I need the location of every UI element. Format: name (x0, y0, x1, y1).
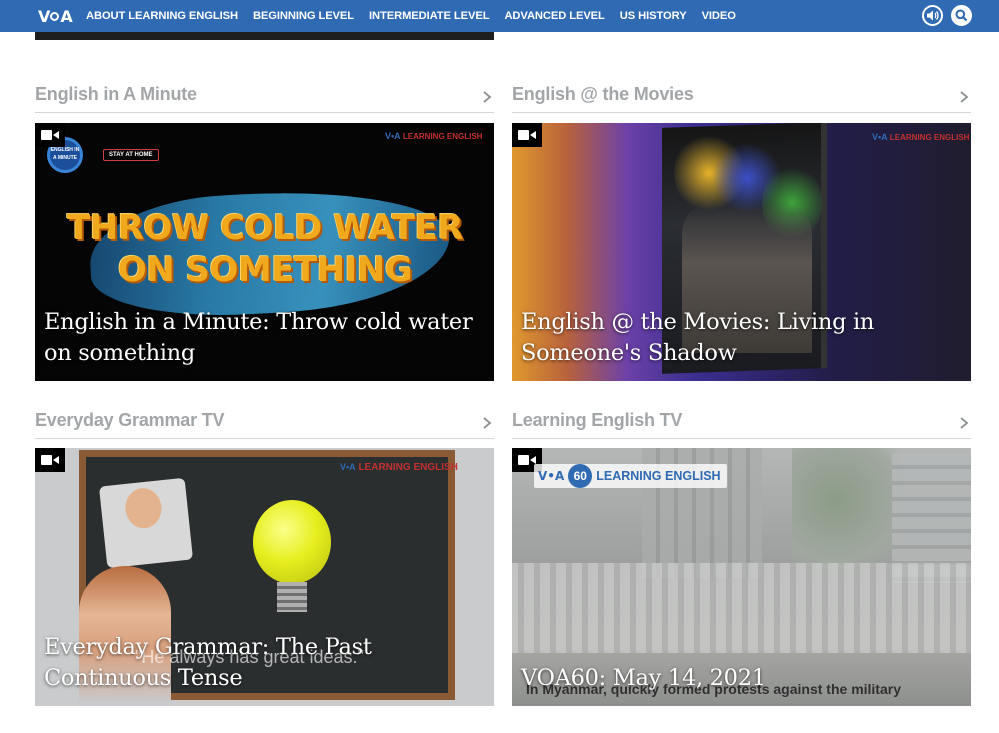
nav-about-learning-english[interactable]: ABOUT LEARNING ENGLISH (86, 10, 238, 22)
nav-us-history[interactable]: US HISTORY (620, 10, 687, 22)
section-title-learning-english-tv[interactable]: Learning English TV (512, 410, 682, 431)
video-card-english-in-a-minute[interactable]: ENGLISH IN A MINUTE STAY AT HOME V•A LEA… (35, 123, 494, 381)
video-card-title[interactable]: English in a Minute: Throw cold water on… (44, 307, 474, 369)
video-camera-icon (35, 123, 65, 147)
search-button[interactable] (951, 5, 972, 26)
video-card-title[interactable]: English @ the Movies: Living in Someone'… (521, 307, 951, 369)
main-nav: ABOUT LEARNING ENGLISH BEGINNING LEVEL I… (86, 0, 751, 32)
voa-learning-english-watermark: V•A LEARNING ENGLISH (385, 131, 483, 141)
video-card-voa60[interactable]: V•A 60 LEARNING ENGLISH In Myanmar, quic… (512, 448, 971, 706)
section-title-english-in-a-minute[interactable]: English in A Minute (35, 84, 197, 105)
nav-video[interactable]: VIDEO (702, 10, 736, 22)
voa-learning-english-watermark: V•A LEARNING ENGLISH (872, 132, 970, 142)
video-card-title[interactable]: Everyday Grammar: The Past Continuous Te… (44, 632, 474, 694)
video-card-title[interactable]: VOA60: May 14, 2021 (521, 663, 951, 694)
previous-card-bottom (35, 32, 494, 40)
voa-logo[interactable]: VA (38, 7, 73, 26)
brand-text: LEARNING ENGLISH (402, 132, 483, 141)
light-bulb-base (277, 582, 307, 612)
top-nav-bar: VA ABOUT LEARNING ENGLISH BEGINNING LEVE… (0, 0, 999, 32)
section-title-everyday-grammar-tv[interactable]: Everyday Grammar TV (35, 410, 225, 431)
audio-icon (927, 10, 939, 21)
brand-text: LEARNING ENGLISH (358, 462, 458, 473)
trees (792, 448, 902, 578)
chevron-right-icon[interactable] (958, 416, 970, 430)
nav-intermediate-level[interactable]: INTERMEDIATE LEVEL (369, 10, 490, 22)
protest-crowd (512, 563, 971, 653)
cartoon-man (98, 477, 194, 569)
search-icon (955, 9, 968, 22)
chevron-right-icon[interactable] (481, 90, 493, 104)
voa60-number: 60 (568, 464, 593, 488)
stay-at-home-tag: STAY AT HOME (103, 149, 159, 161)
nav-advanced-level[interactable]: ADVANCED LEVEL (504, 10, 604, 22)
section-divider (35, 112, 494, 113)
video-card-everyday-grammar[interactable]: V•A LEARNING ENGLISH "He always has grea… (35, 448, 494, 706)
section-title-english-at-the-movies[interactable]: English @ the Movies (512, 84, 694, 105)
section-divider (35, 438, 494, 439)
chevron-right-icon[interactable] (958, 90, 970, 104)
brand-text: LEARNING ENGLISH (596, 469, 721, 483)
voa60-logo: V•A 60 LEARNING ENGLISH (534, 464, 727, 488)
video-card-english-at-the-movies[interactable]: V•A LEARNING ENGLISH English @ the Movie… (512, 123, 971, 381)
chevron-right-icon[interactable] (481, 416, 493, 430)
voa-logo-text: V•A (538, 469, 565, 483)
audio-button[interactable] (922, 5, 943, 26)
video-camera-icon (512, 123, 542, 147)
voa-learning-english-watermark: V•A LEARNING ENGLISH (340, 462, 458, 473)
section-divider (512, 112, 971, 113)
light-bulb (253, 500, 331, 584)
section-divider (512, 438, 971, 439)
nav-beginning-level[interactable]: BEGINNING LEVEL (253, 10, 354, 22)
thumbnail-headline: THROW COLD WATER ON SOMETHING (67, 208, 463, 290)
video-camera-icon (35, 448, 65, 472)
brand-text: LEARNING ENGLISH (889, 133, 970, 142)
